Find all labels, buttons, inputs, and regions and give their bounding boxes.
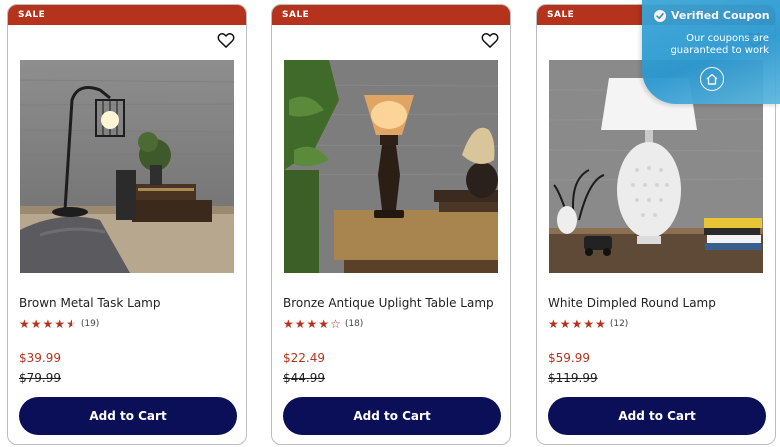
- star-icon: ★: [294, 317, 306, 331]
- coupon-message: Our coupons are guaranteed to work: [670, 33, 769, 57]
- star-icon: ★: [306, 317, 318, 331]
- star-icon: ★: [42, 317, 54, 331]
- star-icon: ★: [30, 317, 42, 331]
- empty-star-icon: ☆: [330, 317, 341, 331]
- review-count[interactable]: (12): [610, 319, 628, 329]
- review-count[interactable]: (18): [345, 319, 363, 329]
- product-image[interactable]: [20, 60, 234, 273]
- product-card: SALE: [7, 4, 247, 445]
- add-to-cart-button[interactable]: Add to Cart: [548, 397, 766, 435]
- original-price: $79.99: [19, 371, 61, 385]
- add-to-cart-button[interactable]: Add to Cart: [19, 397, 237, 435]
- product-card: SALE Bronze Antique Uplight Table Lamp ★…: [271, 4, 511, 445]
- sale-price: $39.99: [19, 351, 61, 365]
- coupon-message-line: Our coupons are: [686, 33, 769, 44]
- sale-badge: SALE: [8, 5, 246, 25]
- wishlist-heart-icon[interactable]: [216, 30, 236, 50]
- review-count[interactable]: (19): [81, 319, 99, 329]
- coupon-message-line: guaranteed to work: [670, 45, 769, 56]
- sale-price: $59.99: [548, 351, 590, 365]
- star-icon: ★: [19, 317, 30, 331]
- star-icon: ★: [559, 317, 571, 331]
- product-name[interactable]: White Dimpled Round Lamp: [548, 296, 716, 310]
- star-rating: ★ ★ ★ ★ ★: [19, 318, 78, 330]
- star-icon: ★: [283, 317, 294, 331]
- product-rating: ★ ★ ★ ★ ★ (12): [548, 318, 628, 330]
- home-icon[interactable]: [700, 67, 724, 91]
- star-rating: ★ ★ ★ ★ ★: [548, 318, 607, 330]
- star-icon: ★: [548, 317, 559, 331]
- star-icon: ★: [54, 317, 66, 331]
- product-name[interactable]: Bronze Antique Uplight Table Lamp: [283, 296, 494, 310]
- star-icon: ★: [595, 317, 606, 331]
- product-rating: ★ ★ ★ ★ ★ (19): [19, 318, 99, 330]
- sale-badge: SALE: [272, 5, 510, 25]
- product-name[interactable]: Brown Metal Task Lamp: [19, 296, 160, 310]
- star-icon: ★: [318, 317, 330, 331]
- coupon-title: Verified Coupon: [671, 9, 770, 22]
- coupon-header: Verified Coupon: [654, 9, 770, 22]
- wishlist-heart-icon[interactable]: [480, 30, 500, 50]
- product-rating: ★ ★ ★ ★ ☆ (18): [283, 318, 363, 330]
- star-icon: ★: [571, 317, 583, 331]
- check-circle-icon: [654, 9, 666, 22]
- original-price: $119.99: [548, 371, 598, 385]
- star-icon: ★: [583, 317, 595, 331]
- verified-coupon-popup[interactable]: Verified Coupon Our coupons are guarante…: [642, 0, 780, 104]
- add-to-cart-button[interactable]: Add to Cart: [283, 397, 501, 435]
- half-star-icon: ★: [66, 317, 77, 331]
- product-image[interactable]: [284, 60, 498, 273]
- sale-price: $22.49: [283, 351, 325, 365]
- original-price: $44.99: [283, 371, 325, 385]
- star-rating: ★ ★ ★ ★ ☆: [283, 318, 342, 330]
